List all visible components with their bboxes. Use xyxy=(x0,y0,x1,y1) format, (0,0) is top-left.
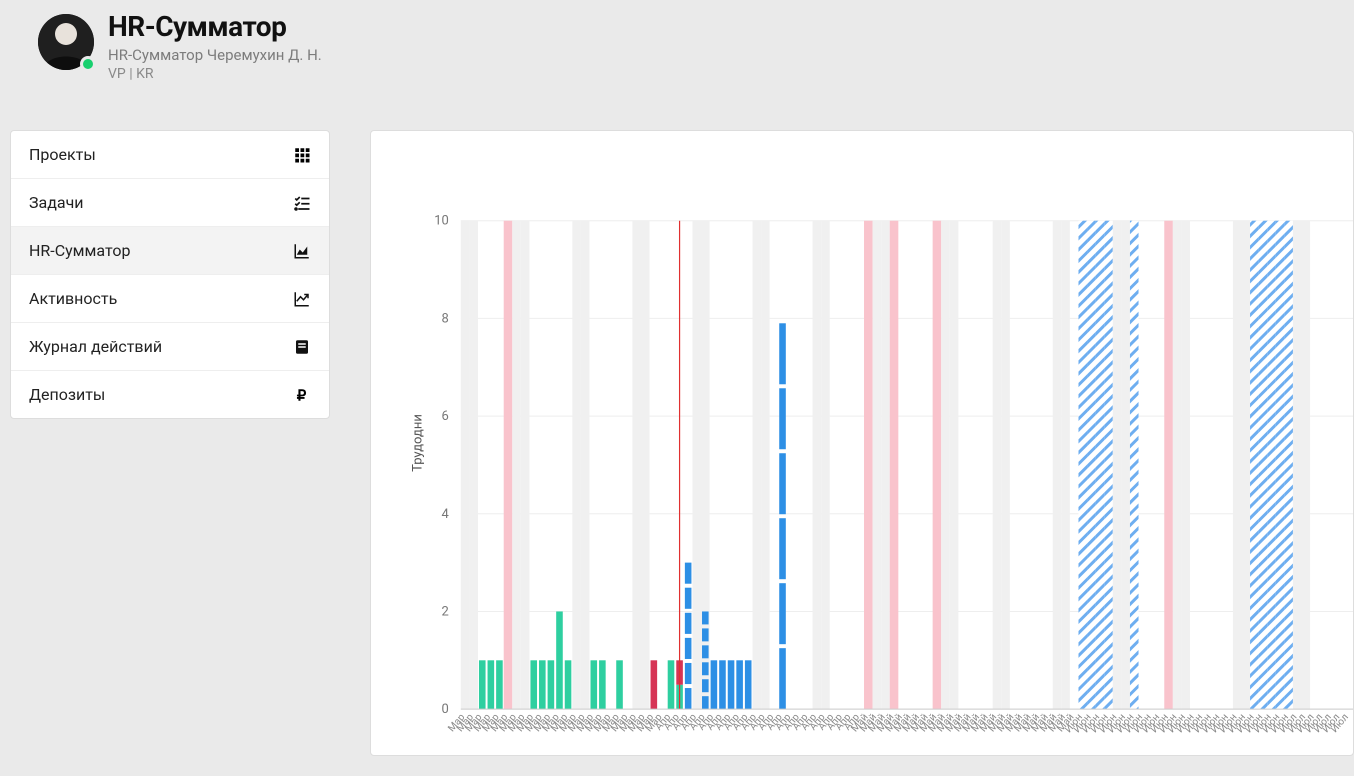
sidebar-item-label: Депозиты xyxy=(29,385,105,404)
avatar xyxy=(38,14,94,70)
sidebar-item-2[interactable]: HR-Сумматор xyxy=(11,227,329,275)
svg-text:4: 4 xyxy=(442,507,449,522)
sidebar-item-3[interactable]: Активность xyxy=(11,275,329,323)
sidebar: Проекты Задачи HR-Сумматор Активность Журнал… xyxy=(10,130,330,419)
sidebar-item-label: Активность xyxy=(29,289,117,308)
page-header: HR-Сумматор HR-Сумматор Черемухин Д. Н. … xyxy=(0,0,1354,130)
sidebar-item-4[interactable]: Журнал действий xyxy=(11,323,329,371)
sidebar-item-1[interactable]: Задачи xyxy=(11,179,329,227)
page-subtitle-1: HR-Сумматор Черемухин Д. Н. xyxy=(108,46,322,64)
svg-text:8: 8 xyxy=(442,311,449,326)
page-subtitle-2: VP | KR xyxy=(108,66,322,82)
sidebar-item-label: Проекты xyxy=(29,145,96,164)
grid-icon xyxy=(293,146,311,164)
sidebar-item-0[interactable]: Проекты xyxy=(11,131,329,179)
journal-icon xyxy=(293,338,311,356)
svg-text:6: 6 xyxy=(442,409,449,424)
area-icon xyxy=(293,242,311,260)
svg-text:0: 0 xyxy=(442,702,449,717)
trend-icon xyxy=(293,290,311,308)
chart-area[interactable]: 0246810МарМарМарМарМарМарМарМарМарМарМар… xyxy=(371,131,1353,755)
sidebar-item-label: Задачи xyxy=(29,193,84,212)
chart-panel: Трудодни 0246810МарМарМарМарМарМарМарМар… xyxy=(370,130,1354,756)
tasks-icon xyxy=(293,194,311,212)
svg-text:2: 2 xyxy=(442,604,449,619)
svg-text:10: 10 xyxy=(434,214,449,229)
ruble-icon: ₽ xyxy=(293,386,311,404)
page-title: HR-Сумматор xyxy=(108,10,322,44)
svg-text:₽: ₽ xyxy=(297,387,307,404)
sidebar-item-label: Журнал действий xyxy=(29,337,162,356)
sidebar-item-5[interactable]: Депозиты ₽ xyxy=(11,371,329,418)
sidebar-item-label: HR-Сумматор xyxy=(29,241,130,260)
presence-dot-icon xyxy=(80,56,96,72)
